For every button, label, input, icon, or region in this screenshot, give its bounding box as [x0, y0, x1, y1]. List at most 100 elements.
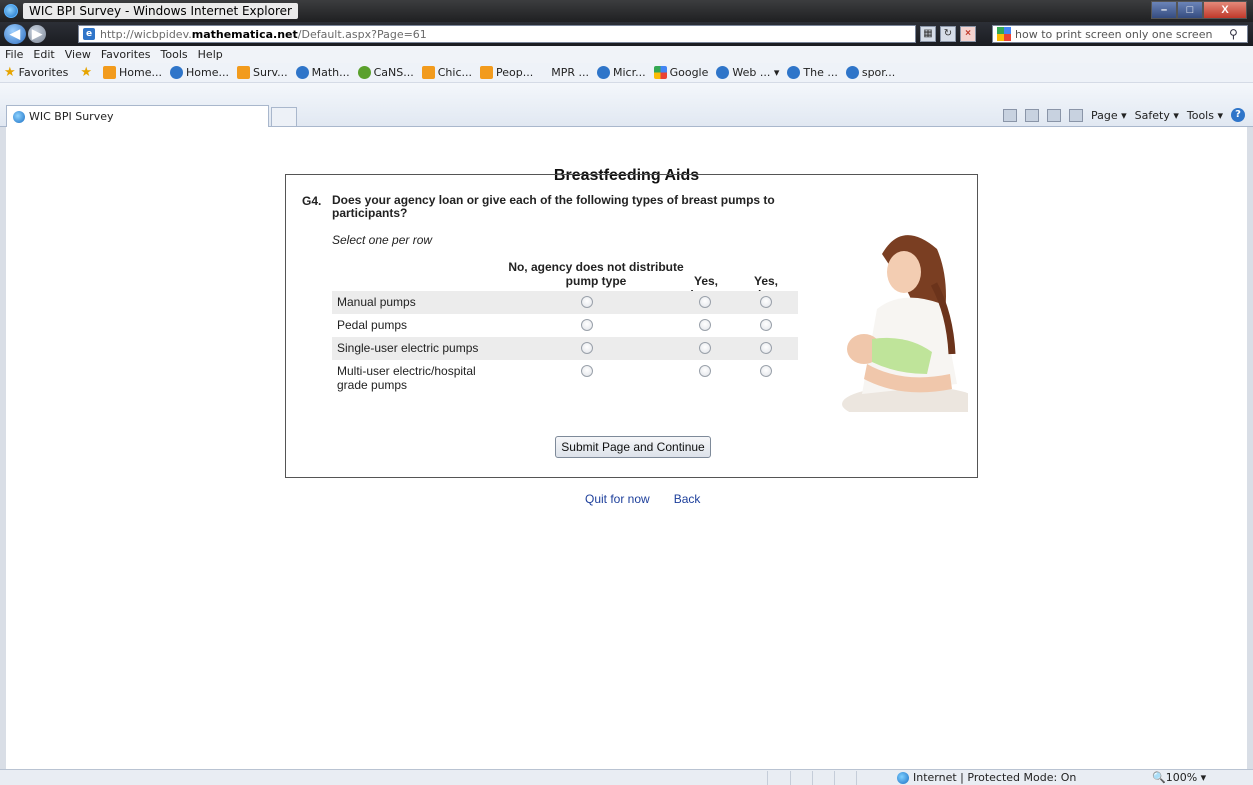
radio-no[interactable] [581, 319, 593, 331]
favorite-link[interactable]: spor... [845, 66, 896, 79]
menu-help[interactable]: Help [193, 48, 228, 61]
menu-tools[interactable]: Tools [156, 48, 193, 61]
row-label: Pedal pumps [337, 318, 408, 332]
radio-loans[interactable] [699, 319, 711, 331]
google-search-icon [997, 27, 1011, 41]
favorite-label: Google [669, 66, 709, 79]
radio-gives[interactable] [760, 365, 772, 377]
ie-page-icon [787, 66, 801, 79]
menu-file[interactable]: File [0, 48, 28, 61]
tab-wic-bpi-survey[interactable]: WIC BPI Survey [6, 105, 269, 127]
feeds-icon[interactable] [1025, 108, 1039, 122]
page-viewport: Breastfeeding Aids G4. Does your agency … [0, 127, 1253, 769]
address-tools: ▦ ↻ × [920, 26, 976, 42]
maximize-button[interactable]: □ [1177, 1, 1203, 19]
row-label: Manual pumps [337, 295, 416, 309]
favorite-label: Math... [311, 66, 350, 79]
favorite-label: MPR ... [551, 66, 589, 79]
menu-edit[interactable]: Edit [28, 48, 59, 61]
radio-gives[interactable] [760, 342, 772, 354]
radio-loans[interactable] [699, 342, 711, 354]
status-divider [856, 771, 857, 785]
table-row: Pedal pumps [332, 314, 798, 337]
site-icon [170, 66, 183, 79]
safety-menu[interactable]: Safety ▾ [1135, 109, 1179, 122]
status-divider [834, 771, 835, 785]
instruction-text: Select one per row [332, 233, 433, 247]
address-bar: ◀ ▶ e http://wicbpidev.mathematica.net/D… [0, 22, 1253, 46]
favorite-link[interactable]: Micr... [596, 66, 646, 79]
page-menu[interactable]: Page ▾ [1091, 109, 1127, 122]
google-icon [653, 66, 667, 79]
back-link[interactable]: Back [674, 492, 701, 506]
mail-icon[interactable] [1047, 108, 1061, 122]
tools-menu[interactable]: Tools ▾ [1187, 109, 1223, 122]
rss-icon [103, 66, 117, 79]
favorite-label: spor... [861, 66, 896, 79]
favorite-label: Peop... [496, 66, 534, 79]
favorite-link[interactable]: Surv... [236, 66, 288, 79]
search-text: how to print screen only one screen [1015, 27, 1213, 41]
favorite-link[interactable]: Google [653, 66, 709, 79]
favorite-link[interactable]: Home... [103, 66, 162, 79]
favorite-link[interactable]: Chic... [421, 66, 472, 79]
favorite-label: Home... [186, 66, 229, 79]
ie-logo-icon [4, 4, 18, 18]
new-tab-button[interactable] [271, 107, 297, 127]
back-arrow-icon[interactable]: ◀ [4, 24, 26, 44]
favorite-link[interactable]: Web ... ▾ [716, 66, 779, 79]
question-box: G4. Does your agency loan or give each o… [285, 174, 978, 478]
favorite-link[interactable]: Math... [295, 66, 350, 79]
security-zone[interactable]: Internet | Protected Mode: On [897, 771, 1076, 784]
favorites-star-icon: ★ [4, 65, 16, 80]
favorites-bar: ★ Favorites ★ Home... Home... Surv... Ma… [0, 63, 1253, 83]
search-icon[interactable]: ⚲ [1229, 27, 1247, 41]
favorite-link[interactable]: CaNS... [357, 66, 414, 79]
globe-icon [897, 771, 909, 784]
favorite-link[interactable]: MPR ... [551, 66, 589, 79]
radio-no[interactable] [581, 296, 593, 308]
radio-gives[interactable] [760, 296, 772, 308]
radio-loans[interactable] [699, 365, 711, 377]
question-text: Does your agency loan or give each of th… [332, 193, 775, 220]
url-field[interactable]: e http://wicbpidev.mathematica.net/Defau… [78, 25, 916, 43]
table-row: Single-user electric pumps [332, 337, 798, 360]
ie-page-icon [596, 66, 610, 79]
home-icon[interactable] [1003, 108, 1017, 122]
footer-links: Quit for now Back [585, 492, 700, 506]
radio-no[interactable] [581, 365, 593, 377]
rss-icon [421, 66, 435, 79]
favorite-label: The ... [803, 66, 838, 79]
add-favorite-button[interactable]: ★ [76, 65, 95, 80]
ie-page-icon [845, 66, 859, 79]
refresh-icon[interactable]: ↻ [940, 26, 956, 42]
close-button[interactable]: X [1203, 1, 1247, 19]
quit-for-now-link[interactable]: Quit for now [585, 492, 650, 506]
mother-baby-image [842, 224, 968, 412]
rss-icon [236, 66, 250, 79]
menu-view[interactable]: View [60, 48, 96, 61]
radio-loans[interactable] [699, 296, 711, 308]
favorite-link[interactable]: Peop... [480, 66, 533, 79]
status-divider [812, 771, 813, 785]
minimize-button[interactable]: – [1151, 1, 1177, 19]
ie-page-icon [295, 66, 309, 79]
favorite-label: Surv... [252, 66, 288, 79]
zoom-level[interactable]: 🔍100% ▾ [1152, 771, 1206, 784]
print-icon[interactable] [1069, 108, 1083, 122]
column-header-no: No, agency does not distribute pump type [508, 260, 684, 288]
favorite-link[interactable]: The ... [787, 66, 838, 79]
menu-favorites[interactable]: Favorites [96, 48, 156, 61]
stop-icon[interactable]: × [960, 26, 976, 42]
search-field[interactable]: how to print screen only one screen ⚲ [992, 25, 1248, 43]
tab-label: WIC BPI Survey [29, 110, 114, 123]
submit-button[interactable]: Submit Page and Continue [555, 436, 711, 458]
help-icon[interactable]: ? [1231, 108, 1245, 122]
breastfeeding-photo [842, 224, 968, 412]
radio-gives[interactable] [760, 319, 772, 331]
compatibility-icon[interactable]: ▦ [920, 26, 936, 42]
radio-no[interactable] [581, 342, 593, 354]
forward-arrow-icon[interactable]: ▶ [28, 25, 46, 43]
favorite-link[interactable]: Home... [170, 66, 229, 79]
favorites-button[interactable]: ★ Favorites [0, 65, 68, 80]
